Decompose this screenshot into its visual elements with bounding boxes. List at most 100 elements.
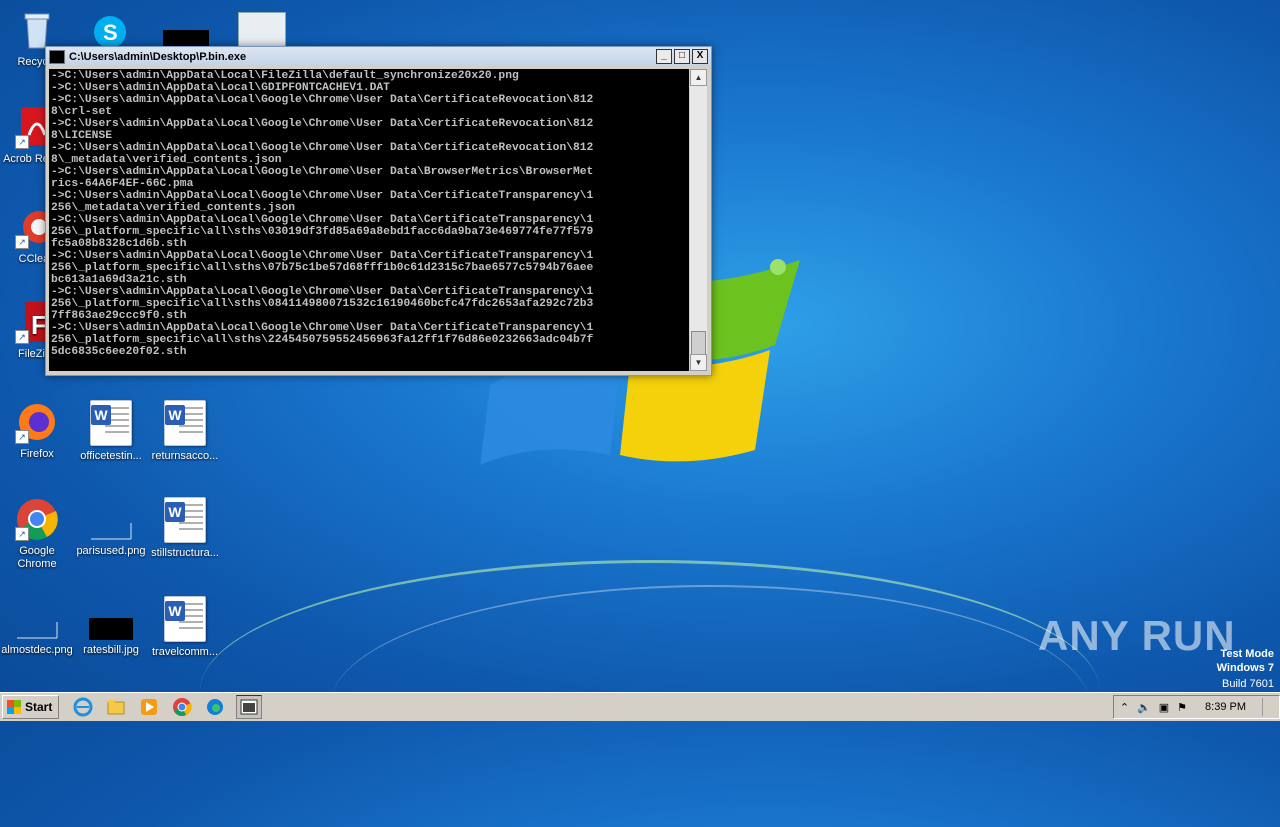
console-line: 8\_metadata\verified_contents.json: [51, 154, 282, 166]
action-center-flag-icon[interactable]: ⚑: [1177, 701, 1187, 714]
desktop-icon-label: returnsacco...: [151, 450, 219, 462]
console-line: 8\LICENSE: [51, 130, 113, 142]
console-line: ->C:\Users\admin\AppData\Local\Google\Ch…: [51, 322, 594, 334]
desktop-icon-label: stillstructura...: [151, 547, 219, 559]
build-label: Build 7601: [1222, 678, 1274, 690]
console-output[interactable]: ->C:\Users\admin\AppData\Local\FileZilla…: [49, 69, 689, 371]
desktop-icon-application[interactable]: [238, 12, 286, 48]
taskbar-console-window[interactable]: [236, 695, 263, 719]
anyrun-watermark: ANY RUN: [1038, 612, 1236, 660]
image-file-icon: [15, 596, 59, 640]
shortcut-arrow-icon: ↗: [15, 235, 29, 249]
show-desktop-button[interactable]: [1262, 698, 1273, 716]
scroll-down-arrow-icon[interactable]: ▼: [690, 354, 707, 371]
console-titlebar[interactable]: C:\Users\admin\Desktop\P.bin.exe _ □ X: [46, 47, 711, 66]
word-document-icon: W: [164, 497, 206, 543]
desktop-icon-skype[interactable]: S: [90, 12, 130, 48]
shortcut-arrow-icon: ↗: [15, 330, 29, 344]
console-line: 256\_platform_specific\all\sths\07b75c1b…: [51, 262, 594, 274]
desktop-icon-firefox[interactable]: ↗ Firefox: [0, 400, 74, 461]
desktop-icon-image-thumbnail[interactable]: [163, 30, 209, 46]
minimize-button[interactable]: _: [656, 49, 672, 64]
console-line: ->C:\Users\admin\AppData\Local\Google\Ch…: [51, 214, 594, 226]
volume-icon[interactable]: 🔈: [1137, 701, 1151, 714]
windows-flag-icon: [7, 700, 21, 714]
shortcut-arrow-icon: ↗: [15, 527, 29, 541]
windows-version-label: Windows 7: [1216, 662, 1274, 674]
skype-icon: S: [94, 16, 126, 48]
close-button[interactable]: X: [692, 49, 708, 64]
desktop-icon-label: travelcomm...: [151, 646, 218, 658]
console-line: ->C:\Users\admin\AppData\Local\FileZilla…: [51, 70, 519, 82]
taskbar-media-player[interactable]: [137, 696, 161, 718]
image-file-icon: [89, 497, 133, 541]
taskbar-internet-explorer[interactable]: [71, 696, 95, 718]
scrollbar-thumb[interactable]: [691, 331, 706, 355]
console-line: 256\_platform_specific\all\sths\22454507…: [51, 334, 594, 346]
desktop-icon-label: Firefox: [20, 448, 54, 460]
chrome-icon: ↗: [15, 497, 59, 541]
edge-icon: [207, 699, 224, 715]
chrome-icon: [173, 698, 193, 716]
network-icon[interactable]: ▣: [1159, 701, 1169, 714]
console-line: ->C:\Users\admin\AppData\Local\Google\Ch…: [51, 118, 594, 130]
anyrun-brand-text: ANY RUN: [1038, 612, 1236, 659]
desktop-icon-google-chrome[interactable]: ↗ Google Chrome: [0, 497, 74, 571]
desktop-icon-officetestin[interactable]: W officetestin...: [74, 400, 148, 463]
test-mode-label: Test Mode: [1220, 648, 1274, 660]
show-hidden-icons-icon[interactable]: ⌃: [1120, 701, 1129, 714]
desktop-icon-ratesbill[interactable]: ratesbill.jpg: [74, 596, 148, 657]
console-window-icon: [240, 699, 258, 715]
start-label: Start: [25, 700, 53, 714]
svg-text:S: S: [103, 20, 118, 45]
console-line: ->C:\Users\admin\AppData\Local\Google\Ch…: [51, 250, 594, 262]
console-line: rics-64A6F4EF-66C.pma: [51, 178, 194, 190]
taskbar: Start ⌃ 🔈 ▣ ⚑ 8:39 PM: [0, 692, 1280, 721]
console-line: 5dc6835c6ee20f02.sth: [51, 346, 187, 358]
system-tray: ⌃ 🔈 ▣ ⚑ 8:39 PM: [1112, 695, 1280, 719]
desktop-icon-parisused[interactable]: parisused.png: [74, 497, 148, 558]
desktop-icon-travelcomm[interactable]: W travelcomm...: [148, 596, 222, 659]
word-document-icon: W: [90, 400, 132, 446]
desktop-icon-label: officetestin...: [80, 450, 142, 462]
console-line: ->C:\Users\admin\AppData\Local\Google\Ch…: [51, 286, 594, 298]
console-line: ->C:\Users\admin\AppData\Local\Google\Ch…: [51, 94, 594, 106]
console-title: C:\Users\admin\Desktop\P.bin.exe: [69, 50, 247, 63]
media-player-icon: [141, 699, 158, 715]
internet-explorer-icon: [73, 697, 93, 717]
taskbar-explorer[interactable]: [104, 696, 128, 718]
console-text: ->C:\Users\admin\AppData\Local\FileZilla…: [49, 69, 689, 359]
desktop-icon-almostdec[interactable]: almostdec.png: [0, 596, 74, 657]
console-vertical-scrollbar[interactable]: ▲ ▼: [690, 69, 707, 371]
console-window[interactable]: C:\Users\admin\Desktop\P.bin.exe _ □ X -…: [45, 46, 712, 376]
scroll-up-arrow-icon[interactable]: ▲: [690, 69, 707, 86]
firefox-icon: ↗: [15, 400, 59, 444]
word-document-icon: W: [164, 400, 206, 446]
console-line: bc613a1a69d3a21c.sth: [51, 274, 187, 286]
console-line: 7ff863ae29ccc9f0.sth: [51, 310, 187, 322]
console-line: ->C:\Users\admin\AppData\Local\Google\Ch…: [51, 142, 594, 154]
desktop-icon-label: ratesbill.jpg: [83, 644, 139, 656]
console-window-icon: [49, 49, 65, 64]
start-button[interactable]: Start: [2, 695, 60, 719]
taskbar-chrome[interactable]: [170, 696, 194, 718]
maximize-button[interactable]: □: [674, 49, 690, 64]
console-line: 8\crl-set: [51, 106, 113, 118]
console-line: ->C:\Users\admin\AppData\Local\Google\Ch…: [51, 166, 594, 178]
clock[interactable]: 8:39 PM: [1205, 701, 1246, 713]
console-line: 256\_platform_specific\all\sths\03019df3…: [51, 226, 594, 238]
desktop-icon-label: parisused.png: [76, 545, 146, 557]
desktop-icon-returnsacco[interactable]: W returnsacco...: [148, 400, 222, 463]
console-line: 256\_platform_specific\all\sths\08411498…: [51, 298, 594, 310]
console-line: ->C:\Users\admin\AppData\Local\Google\Ch…: [51, 190, 594, 202]
image-file-icon: [89, 596, 135, 640]
console-line: fc5a08b8328c1d6b.sth: [51, 238, 187, 250]
taskbar-edge[interactable]: [203, 696, 227, 718]
shortcut-arrow-icon: ↗: [15, 430, 29, 444]
desktop-icon-stillstructura[interactable]: W stillstructura...: [148, 497, 222, 560]
desktop-icon-label: Google Chrome: [17, 545, 57, 570]
shortcut-arrow-icon: ↗: [15, 135, 29, 149]
desktop-icon-label: almostdec.png: [1, 644, 73, 656]
console-line: ->C:\Users\admin\AppData\Local\GDIPFONTC…: [51, 82, 390, 94]
word-document-icon: W: [164, 596, 206, 642]
